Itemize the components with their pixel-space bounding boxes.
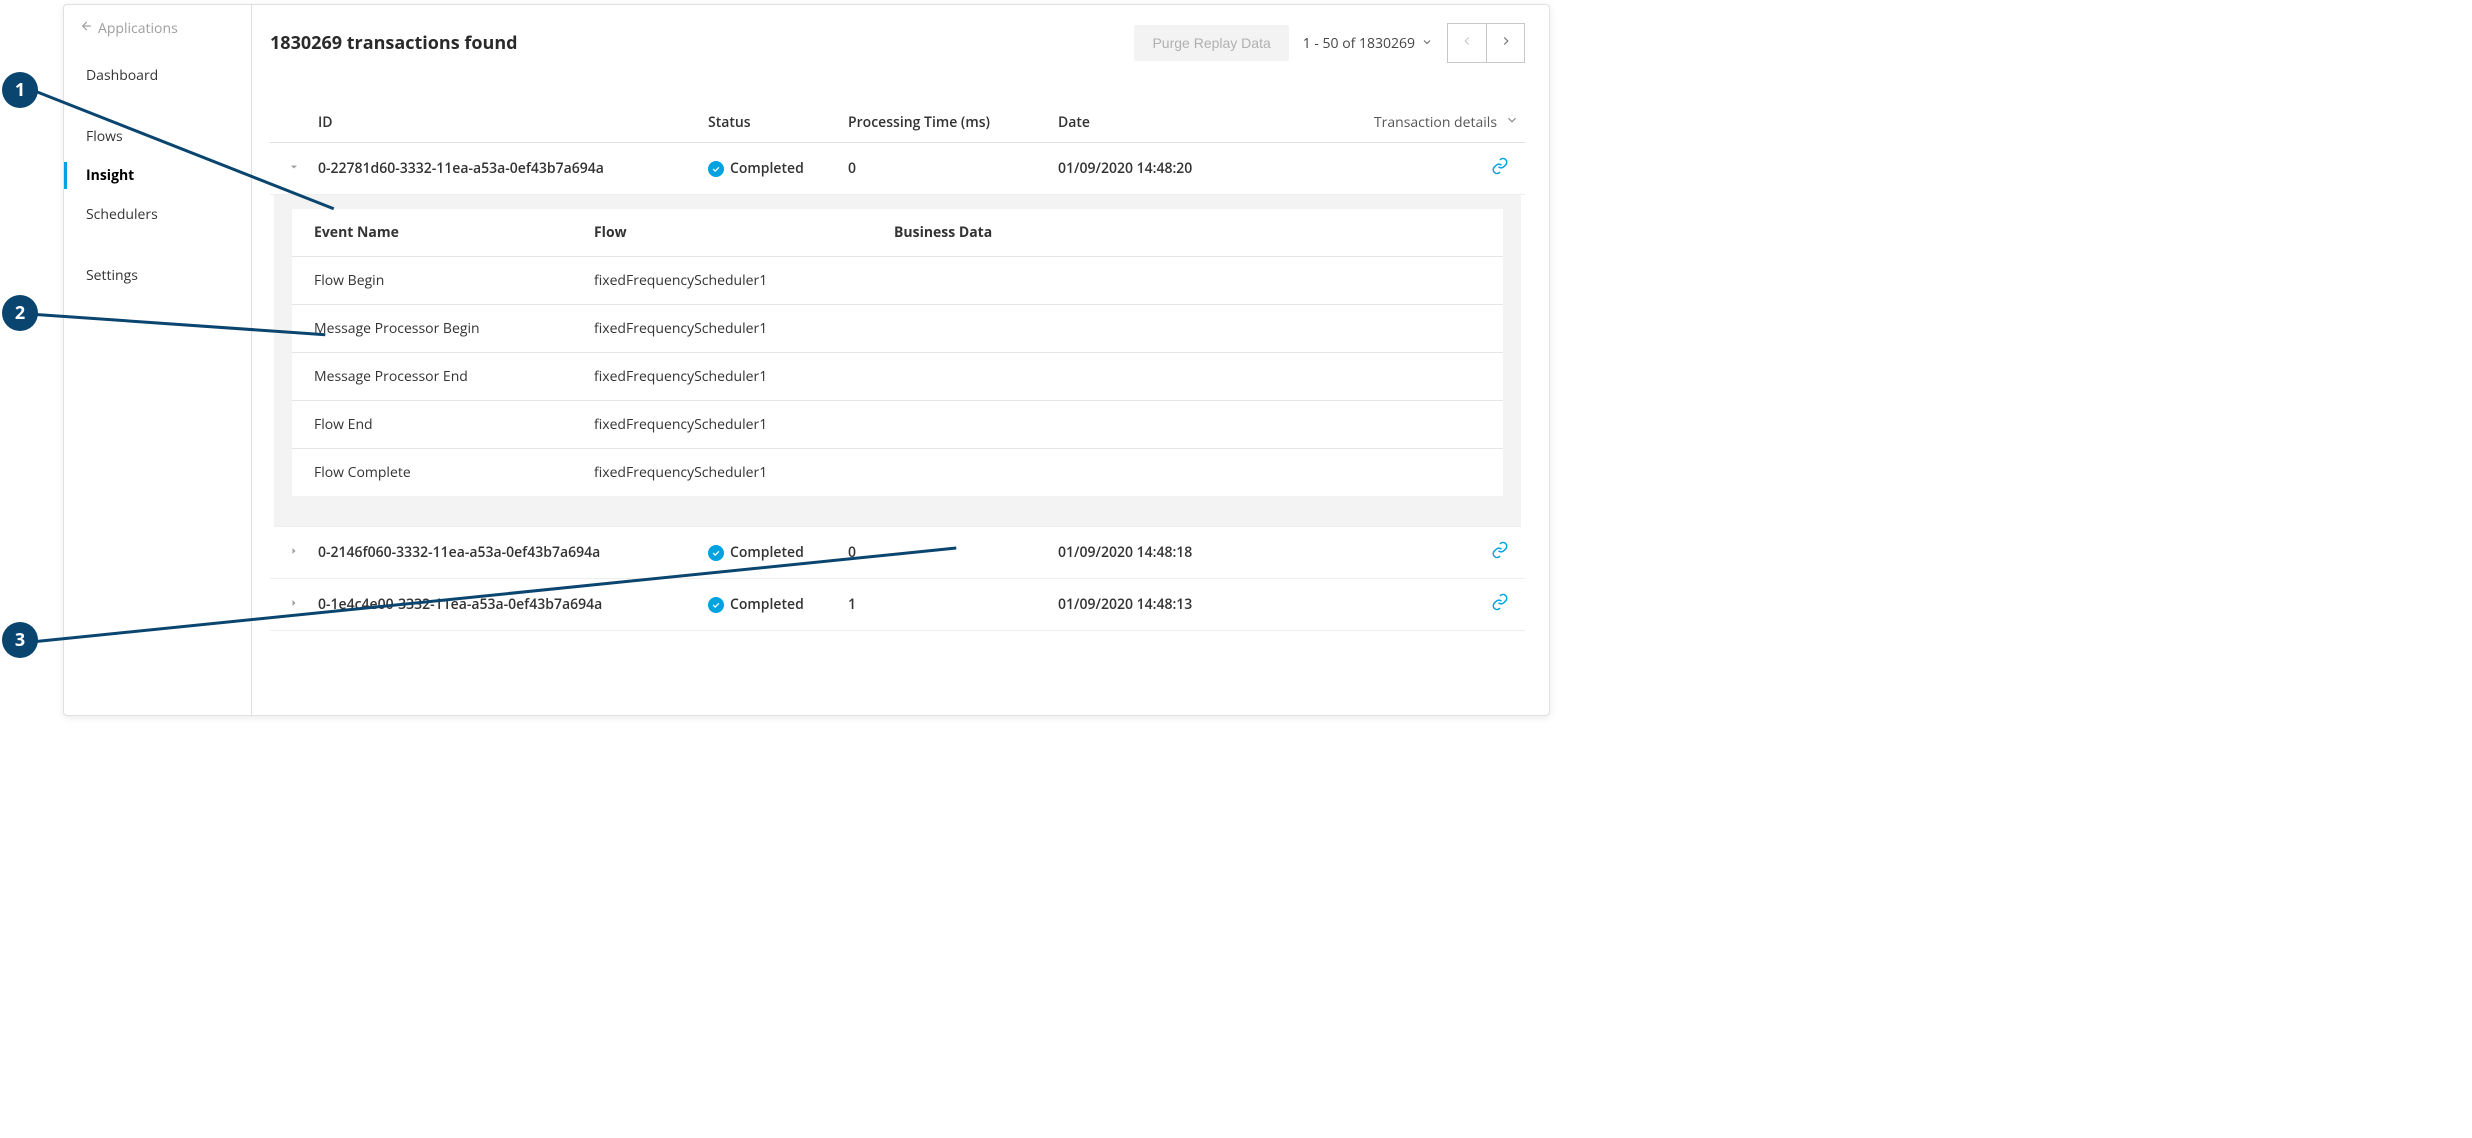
cell-biz <box>894 319 1481 338</box>
event-row: Flow Begin fixedFrequencyScheduler1 <box>292 257 1503 305</box>
cell-ptime: 1 <box>848 595 1058 614</box>
cell-biz <box>894 463 1481 482</box>
col-header-event: Event Name <box>314 223 594 242</box>
chevron-right-icon <box>1499 34 1513 53</box>
col-header-status: Status <box>708 113 848 132</box>
pagination-label: 1 - 50 of 1830269 <box>1303 34 1415 53</box>
details-label: Transaction details <box>1374 113 1497 132</box>
cell-flow: fixedFrequencyScheduler1 <box>594 463 894 482</box>
sidebar-item-label: Schedulers <box>86 205 158 224</box>
cell-date: 01/09/2020 14:48:13 <box>1058 595 1268 614</box>
event-row: Message Processor Begin fixedFrequencySc… <box>292 305 1503 353</box>
app-window: Applications Dashboard Flows Insight Sch… <box>63 4 1550 716</box>
event-row: Flow Complete fixedFrequencyScheduler1 <box>292 449 1503 496</box>
cell-date: 01/09/2020 14:48:18 <box>1058 543 1268 562</box>
event-row: Message Processor End fixedFrequencySche… <box>292 353 1503 401</box>
cell-id: 0-2146f060-3332-11ea-a53a-0ef43b7a694a <box>318 543 708 562</box>
sidebar-item-label: Dashboard <box>86 66 158 85</box>
table-header-row: ID Status Processing Time (ms) Date Tran… <box>270 103 1525 143</box>
callout-badge-3: 3 <box>2 622 38 658</box>
expand-toggle[interactable] <box>270 159 318 178</box>
transaction-link-button[interactable] <box>1491 157 1509 180</box>
status-completed-icon <box>708 545 724 561</box>
cell-ptime: 0 <box>848 159 1058 178</box>
expand-toggle[interactable] <box>270 543 318 562</box>
purge-replay-button[interactable]: Purge Replay Data <box>1134 25 1288 61</box>
pagination-range[interactable]: 1 - 50 of 1830269 <box>1303 34 1433 53</box>
sidebar-item-insight[interactable]: Insight <box>64 156 251 195</box>
col-header-date: Date <box>1058 113 1268 132</box>
cell-biz <box>894 415 1481 434</box>
cell-flow: fixedFrequencyScheduler1 <box>594 367 894 386</box>
cell-flow: fixedFrequencyScheduler1 <box>594 415 894 434</box>
header: 1830269 transactions found Purge Replay … <box>270 23 1525 63</box>
cell-biz <box>894 367 1481 386</box>
cell-event-name: Message Processor Begin <box>314 319 594 338</box>
sidebar-item-flows[interactable]: Flows <box>64 117 251 156</box>
arrow-left-icon <box>78 19 98 38</box>
page-title: 1830269 transactions found <box>270 31 518 55</box>
callout-badge-2: 2 <box>2 295 38 331</box>
sidebar-item-settings[interactable]: Settings <box>64 256 251 295</box>
col-header-biz: Business Data <box>894 223 1481 242</box>
sidebar-item-dashboard[interactable]: Dashboard <box>64 56 251 95</box>
transaction-link-button[interactable] <box>1491 541 1509 564</box>
transaction-details-toggle[interactable]: Transaction details <box>1374 113 1525 132</box>
cell-date: 01/09/2020 14:48:20 <box>1058 159 1268 178</box>
status-completed-icon <box>708 597 724 613</box>
sidebar-item-label: Settings <box>86 266 138 285</box>
chevron-down-icon <box>1505 113 1519 132</box>
chevron-down-icon <box>1421 34 1433 53</box>
transaction-row[interactable]: 0-1e4c4e00-3332-11ea-a53a-0ef43b7a694a C… <box>270 579 1525 631</box>
cell-flow: fixedFrequencyScheduler1 <box>594 319 894 338</box>
transaction-row[interactable]: 0-22781d60-3332-11ea-a53a-0ef43b7a694a C… <box>270 143 1525 195</box>
status-label: Completed <box>730 159 804 178</box>
events-header-row: Event Name Flow Business Data <box>292 209 1503 257</box>
back-label: Applications <box>98 19 178 38</box>
transaction-events-panel: Event Name Flow Business Data Flow Begin… <box>274 195 1521 527</box>
cell-status: Completed <box>708 595 848 614</box>
cell-event-name: Message Processor End <box>314 367 594 386</box>
cell-flow: fixedFrequencyScheduler1 <box>594 271 894 290</box>
col-header-ptime: Processing Time (ms) <box>848 113 1058 132</box>
col-header-flow: Flow <box>594 223 894 242</box>
event-row: Flow End fixedFrequencyScheduler1 <box>292 401 1503 449</box>
cell-event-name: Flow End <box>314 415 594 434</box>
status-completed-icon <box>708 161 724 177</box>
main-content: 1830269 transactions found Purge Replay … <box>252 5 1549 715</box>
sidebar-item-label: Flows <box>86 127 123 146</box>
pager <box>1447 23 1525 63</box>
pager-next-button[interactable] <box>1486 24 1524 62</box>
caret-down-icon <box>288 159 300 178</box>
cell-status: Completed <box>708 159 848 178</box>
cell-event-name: Flow Complete <box>314 463 594 482</box>
sidebar-item-label: Insight <box>86 166 134 185</box>
sidebar-item-schedulers[interactable]: Schedulers <box>64 195 251 234</box>
transaction-link-button[interactable] <box>1491 593 1509 616</box>
status-label: Completed <box>730 595 804 614</box>
pager-prev-button[interactable] <box>1448 24 1486 62</box>
cell-event-name: Flow Begin <box>314 271 594 290</box>
caret-right-icon <box>288 595 300 614</box>
chevron-left-icon <box>1460 34 1474 53</box>
cell-biz <box>894 271 1481 290</box>
callout-badge-1: 1 <box>2 72 38 108</box>
cell-id: 0-22781d60-3332-11ea-a53a-0ef43b7a694a <box>318 159 708 178</box>
back-to-applications[interactable]: Applications <box>64 13 251 56</box>
status-label: Completed <box>730 543 804 562</box>
col-header-id: ID <box>318 113 708 132</box>
caret-right-icon <box>288 543 300 562</box>
